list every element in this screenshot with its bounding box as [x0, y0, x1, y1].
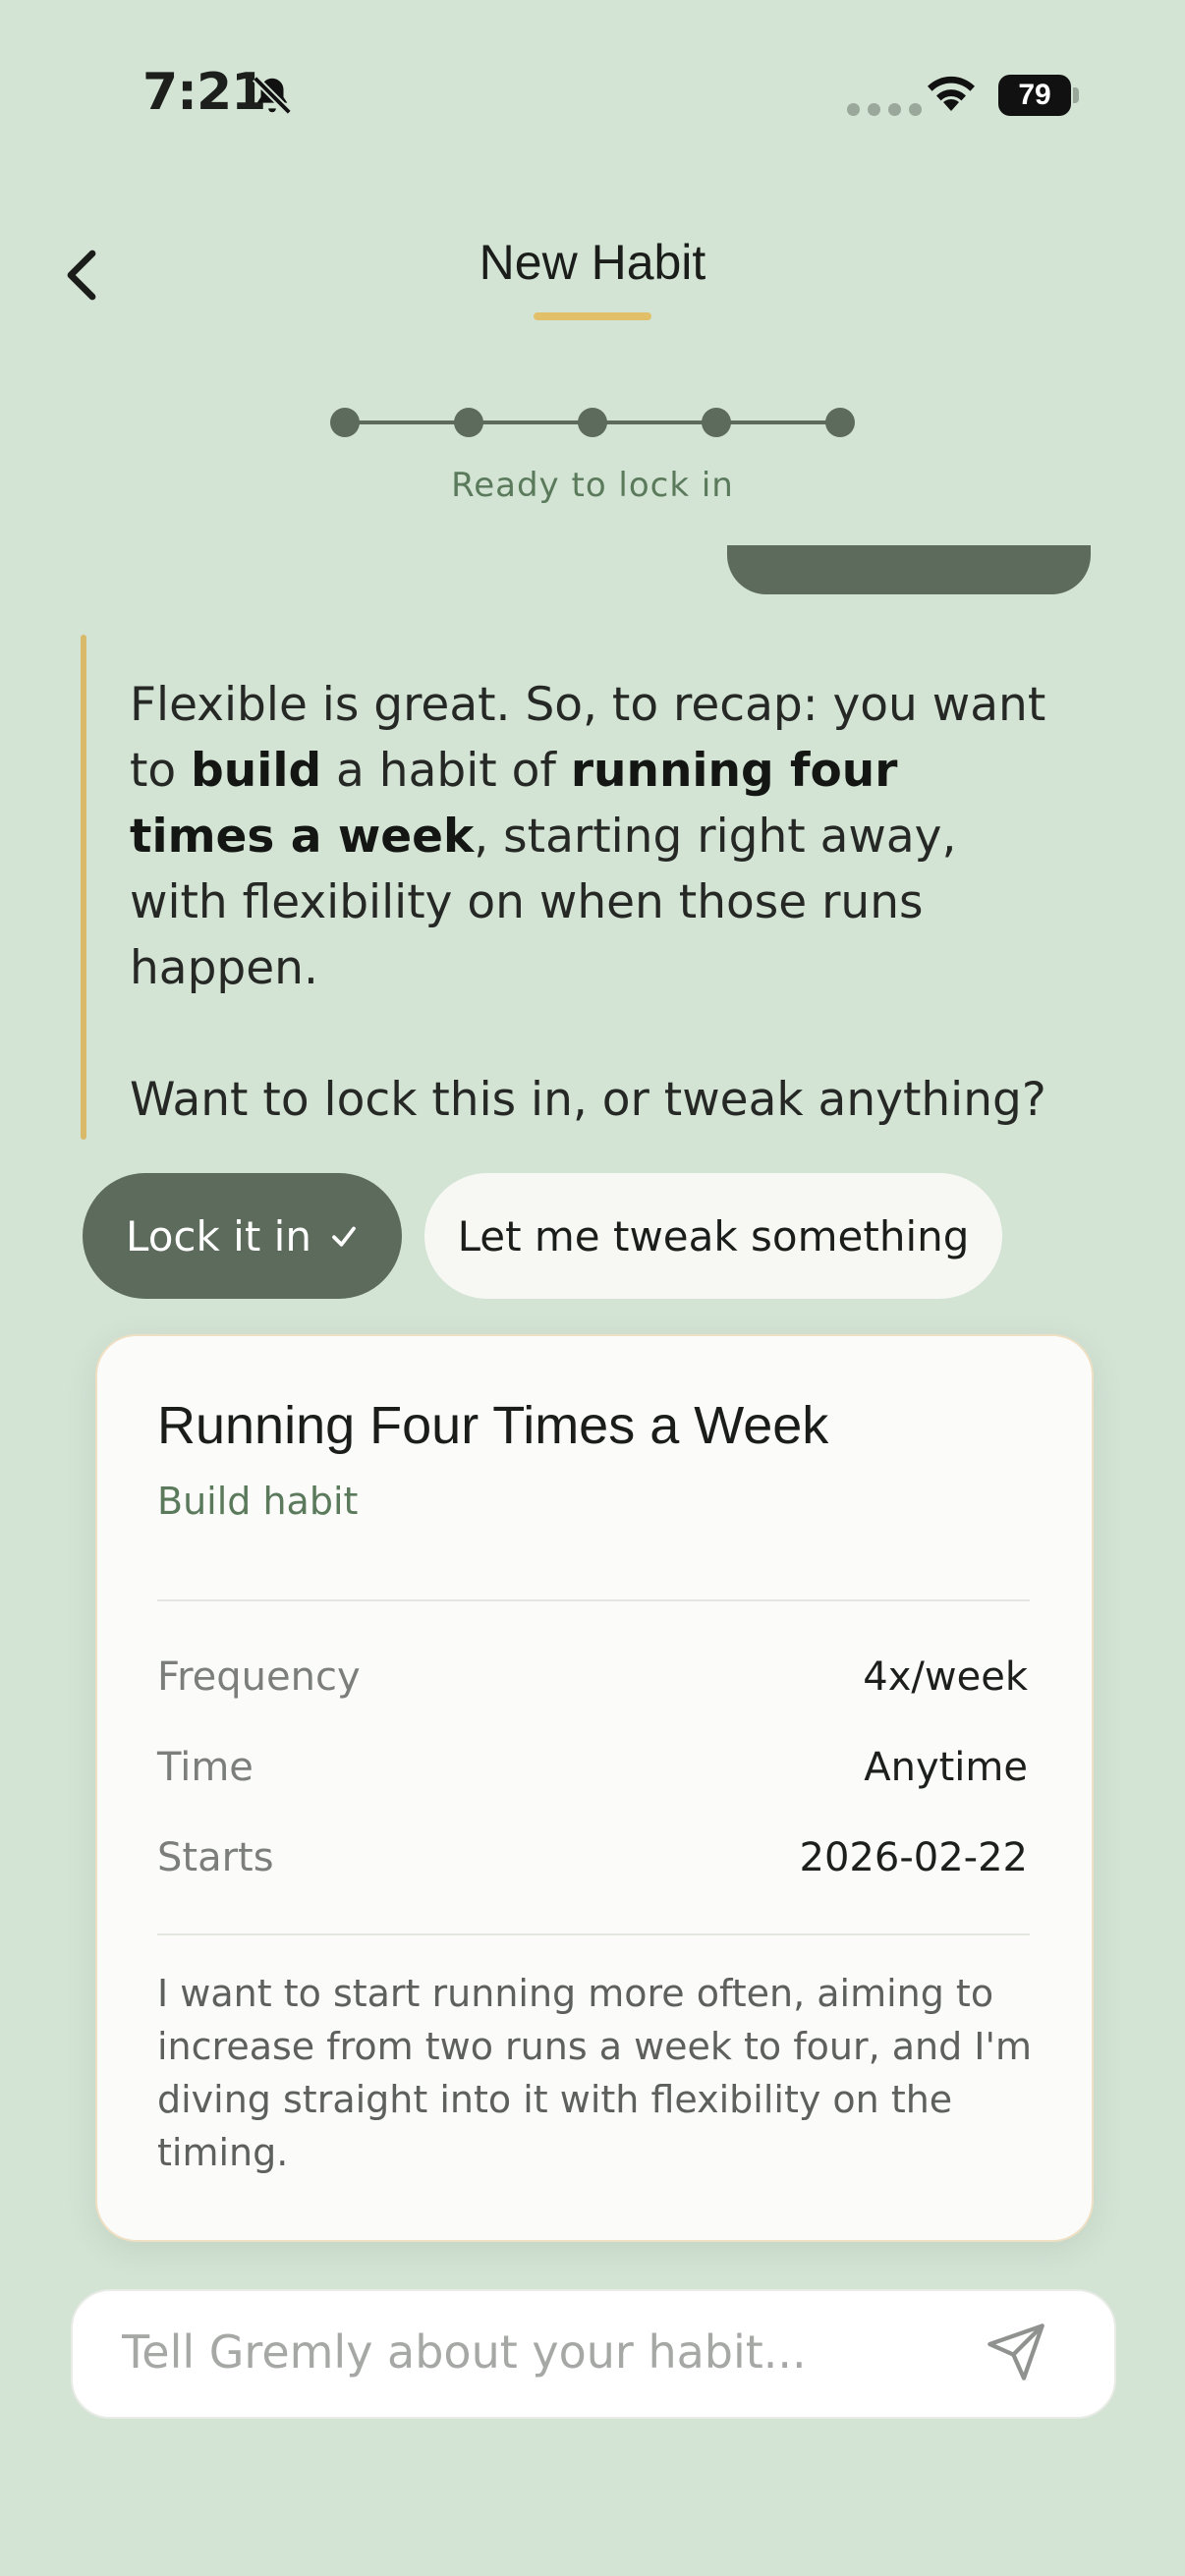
lock-it-in-label: Lock it in [126, 1211, 311, 1260]
step-dot [825, 408, 855, 437]
divider [157, 1933, 1030, 1935]
starts-value: 2026-02-22 [799, 1835, 1028, 1880]
message-input[interactable] [122, 2321, 967, 2383]
frequency-label: Frequency [157, 1654, 361, 1700]
time-label: Time [157, 1745, 254, 1790]
step-dot [578, 408, 607, 437]
checkmark-icon [332, 1226, 356, 1247]
previous-user-message-bubble [727, 545, 1091, 594]
message-question: Want to lock this in, or tweak anything? [130, 1073, 1046, 1127]
battery-level: 79 [998, 75, 1071, 116]
battery-icon: 79 [998, 75, 1079, 116]
habit-type: Build habit [157, 1480, 359, 1523]
step-dot [702, 408, 731, 437]
step-label: Ready to lock in [451, 466, 734, 505]
page-title: New Habit [479, 235, 706, 290]
message-text: a habit of [321, 744, 571, 798]
send-icon[interactable] [985, 2321, 1047, 2383]
bell-muted-icon [253, 76, 292, 115]
status-time: 7:21 [142, 63, 266, 122]
message-emphasis: build [191, 744, 322, 798]
step-dot [454, 408, 483, 437]
wifi-icon [928, 76, 975, 111]
signal-dots-icon [847, 103, 922, 116]
lock-it-in-button[interactable]: Lock it in [83, 1173, 402, 1299]
habit-title: Running Four Times a Week [157, 1396, 829, 1455]
tweak-something-button[interactable]: Let me tweak something [424, 1173, 1002, 1299]
divider [157, 1599, 1030, 1601]
assistant-message: Flexible is great. So, to recap: you wan… [130, 672, 1053, 1133]
habit-description: I want to start running more often, aimi… [157, 1972, 1032, 2174]
frequency-value: 4x/week [863, 1654, 1028, 1700]
step-dot [330, 408, 360, 437]
title-underline [534, 312, 651, 320]
message-paragraph: Flexible is great. So, to recap: you wan… [130, 672, 1053, 1001]
time-value: Anytime [864, 1745, 1028, 1790]
tweak-something-label: Let me tweak something [457, 1211, 970, 1260]
message-accent-bar [81, 635, 86, 1140]
progress-stepper [330, 408, 855, 437]
starts-label: Starts [157, 1835, 274, 1880]
